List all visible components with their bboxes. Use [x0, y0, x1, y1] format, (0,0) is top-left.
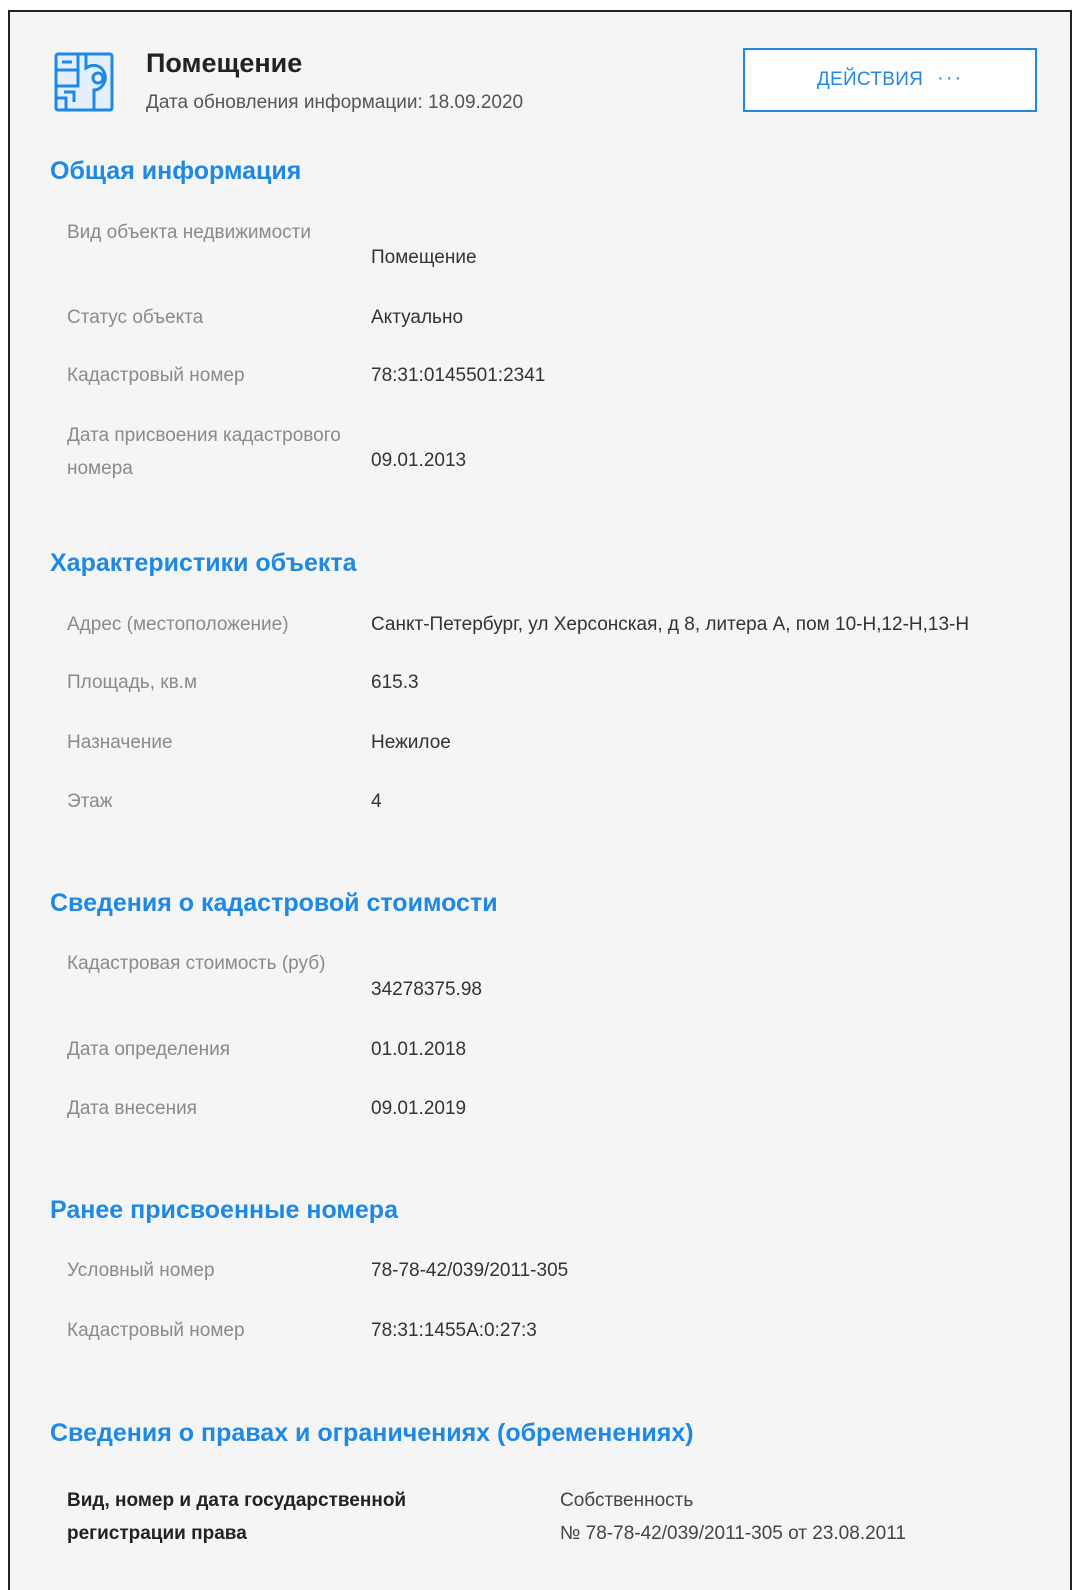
- update-date: 18.09.2020: [428, 92, 524, 113]
- row-label: Адрес (местоположение): [67, 614, 289, 635]
- update-info: Дата обновления информации: 18.09.2020: [146, 92, 523, 114]
- card-header: Помещение Дата обновления информации: 18…: [10, 12, 1070, 132]
- object-card: Помещение Дата обновления информации: 18…: [8, 10, 1072, 1590]
- row-label: Дата определения: [67, 1039, 230, 1060]
- row-label: Статус объекта: [67, 307, 204, 328]
- actions-button[interactable]: ДЕЙСТВИЯ ···: [743, 48, 1037, 112]
- row-value: Нежилое: [371, 732, 451, 753]
- update-label: Дата обновления информации:: [146, 92, 423, 113]
- row-label: Дата присвоения кадастрового номера: [67, 425, 341, 479]
- more-dots-icon: ···: [937, 66, 964, 89]
- row-value: 34278375.98: [371, 979, 482, 1000]
- row-label: Дата внесения: [67, 1098, 197, 1119]
- section-title-characteristics: Характеристики объекта: [50, 549, 357, 577]
- rights-registration-label: Вид, номер и дата государственной регист…: [67, 1490, 407, 1544]
- page-title: Помещение: [146, 48, 303, 78]
- row-value: 01.01.2018: [371, 1039, 467, 1060]
- building-plan-icon: [54, 52, 114, 112]
- section-title-general: Общая информация: [50, 157, 302, 185]
- row-label: Кадастровый номер: [67, 365, 245, 386]
- row-value: Помещение: [371, 247, 477, 268]
- row-label: Этаж: [67, 791, 113, 812]
- row-value: 78-78-42/039/2011-305: [371, 1260, 569, 1281]
- row-value: 78:31:0145501:2341: [371, 365, 546, 386]
- rights-number: № 78-78-42/039/2011-305 от 23.08.2011: [560, 1523, 906, 1544]
- row-label: Площадь, кв.м: [67, 672, 198, 693]
- rights-registration-value: Собственность № 78-78-42/039/2011-305 от…: [560, 1484, 906, 1550]
- row-value: 09.01.2013: [371, 450, 467, 471]
- section-title-rights: Сведения о правах и ограничениях (обреме…: [50, 1419, 694, 1447]
- row-value: Актуально: [371, 307, 464, 328]
- row-label: Кадастровый номер: [67, 1320, 245, 1341]
- rights-type: Собственность: [560, 1490, 694, 1511]
- row-value: 615.3: [371, 672, 419, 693]
- row-label: Кадастровая стоимость (руб): [67, 953, 326, 974]
- row-label: Условный номер: [67, 1260, 215, 1281]
- row-value: Санкт-Петербург, ул Херсонская, д 8, лит…: [371, 614, 970, 635]
- row-value: 09.01.2019: [371, 1098, 467, 1119]
- section-title-cadastral-value: Сведения о кадастровой стоимости: [50, 889, 498, 917]
- actions-button-label: ДЕЙСТВИЯ: [816, 69, 924, 90]
- row-label: Назначение: [67, 732, 173, 753]
- row-value: 78:31:1455А:0:27:3: [371, 1320, 537, 1341]
- row-label: Вид объекта недвижимости: [67, 222, 311, 243]
- row-value: 4: [371, 791, 382, 812]
- section-title-previous-numbers: Ранее присвоенные номера: [50, 1196, 398, 1224]
